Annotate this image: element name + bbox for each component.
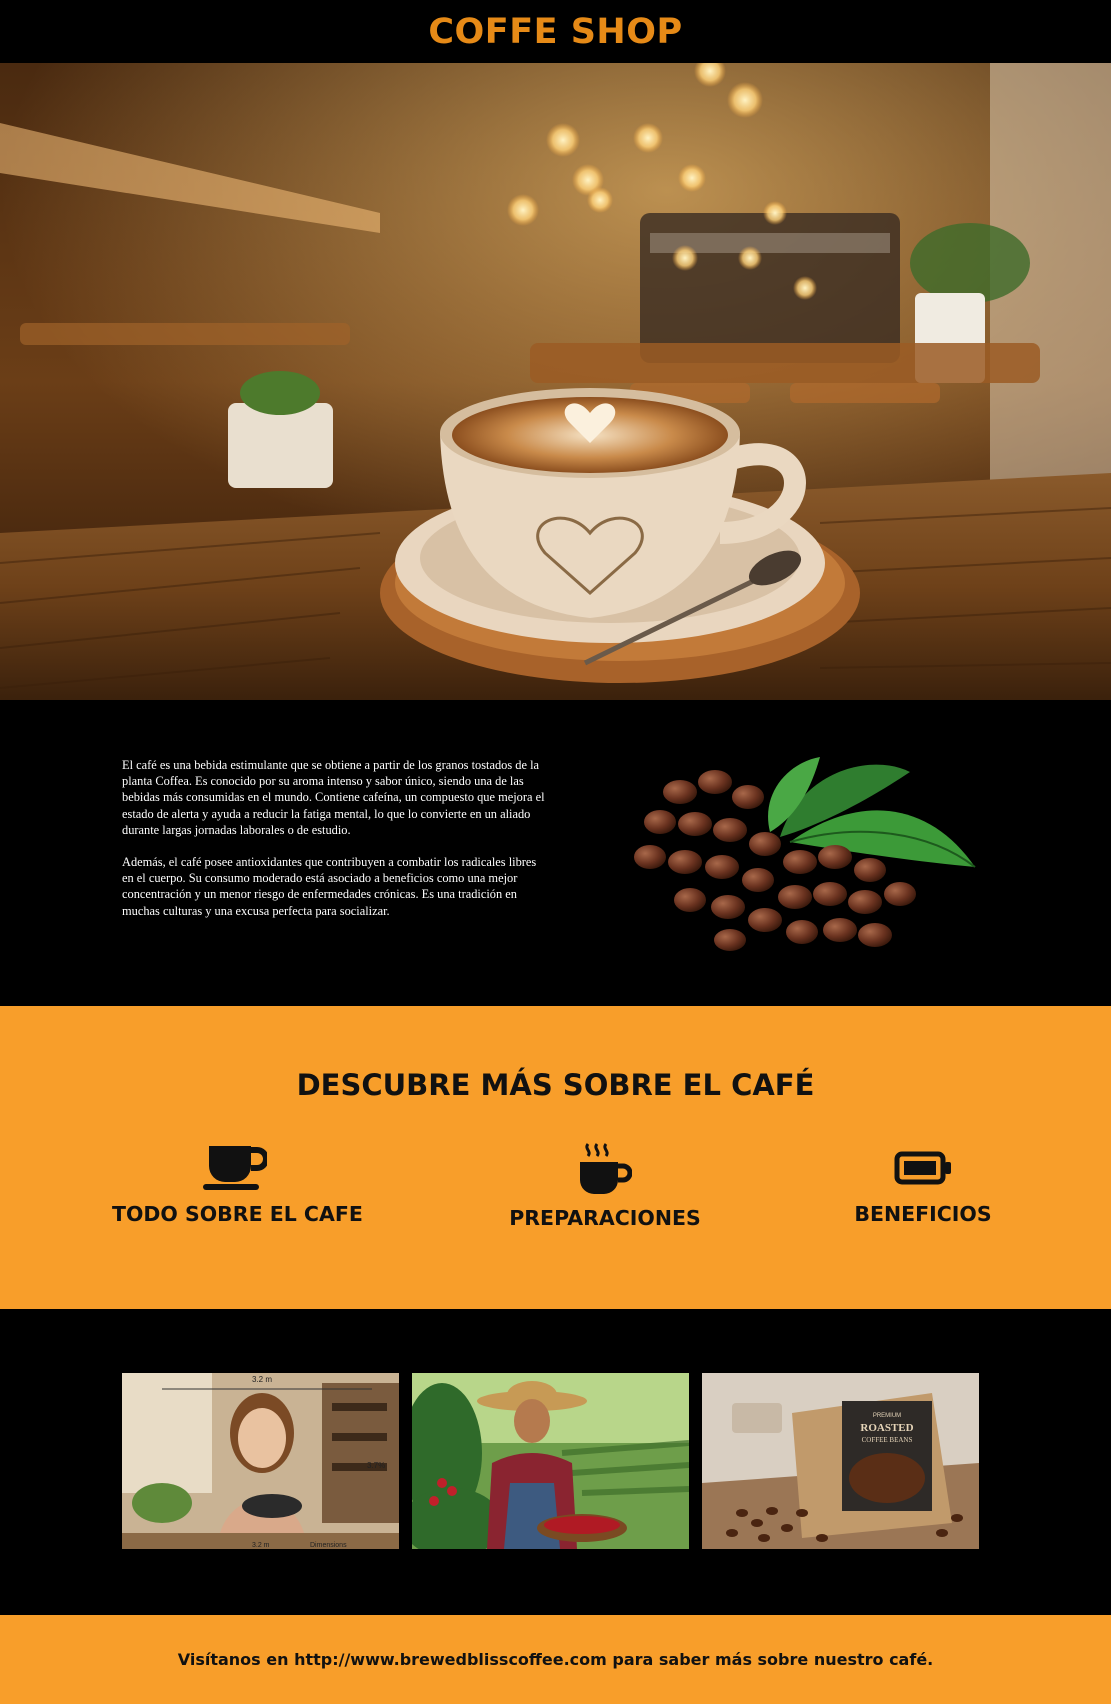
coffee-cup-saucer-icon	[202, 1146, 267, 1190]
feature-beneficios[interactable]: BENEFICIOS	[828, 1142, 1018, 1226]
site-header: COFFE SHOP	[0, 0, 1111, 63]
dimension-label-bottom: 3.2 m	[252, 1542, 270, 1549]
discover-section: DESCUBRE MÁS SOBRE EL CAFÉ TODO SOBRE EL…	[0, 1006, 1111, 1309]
gallery-image-woman-coffee[interactable]: 3.2 m 3.7% 3.2 m Dimensions	[122, 1373, 399, 1549]
feature-todo-sobre-el-cafe[interactable]: TODO SOBRE EL CAFE	[112, 1142, 363, 1226]
battery-full-icon	[894, 1151, 951, 1185]
dimension-label-top: 3.2 m	[252, 1375, 272, 1384]
dimension-label-corner: Dimensions	[310, 1542, 347, 1549]
hot-coffee-mug-icon	[580, 1143, 632, 1194]
bag-label-line3: COFFEE BEANS	[862, 1436, 913, 1444]
site-footer: Visítanos en http://www.brewedblisscoffe…	[0, 1615, 1111, 1704]
bag-label-line1: PREMIUM	[873, 1413, 901, 1419]
intro-paragraph: El café es una bebida estimulante que se…	[122, 758, 545, 837]
bag-label-line2: ROASTED	[860, 1422, 913, 1434]
feature-label: TODO SOBRE EL CAFE	[112, 1202, 363, 1226]
dimension-label-side: 3.7%	[367, 1461, 385, 1470]
footer-text: Visítanos en http://www.brewedblisscoffe…	[177, 1650, 934, 1669]
feature-label: BENEFICIOS	[854, 1202, 992, 1226]
intro-text: El café es una bebida estimulante que se…	[122, 757, 547, 935]
intro-paragraph: Además, el café posee antioxidantes que …	[122, 855, 537, 918]
gallery-image-coffee-bag[interactable]: PREMIUM ROASTED COFFEE BEANS	[702, 1373, 979, 1549]
intro-section: El café es una bebida estimulante que se…	[0, 700, 1111, 1006]
coffee-beans-image	[634, 757, 976, 951]
gallery-image-coffee-farmer[interactable]	[412, 1373, 689, 1549]
feature-label: PREPARACIONES	[509, 1206, 701, 1230]
feature-preparaciones[interactable]: PREPARACIONES	[490, 1142, 720, 1230]
gallery-section: 3.2 m 3.7% 3.2 m Dimensions PREMIUM ROAS…	[0, 1309, 1111, 1615]
hero-image	[0, 63, 1111, 700]
site-title: COFFE SHOP	[428, 11, 683, 52]
discover-title: DESCUBRE MÁS SOBRE EL CAFÉ	[296, 1068, 815, 1102]
